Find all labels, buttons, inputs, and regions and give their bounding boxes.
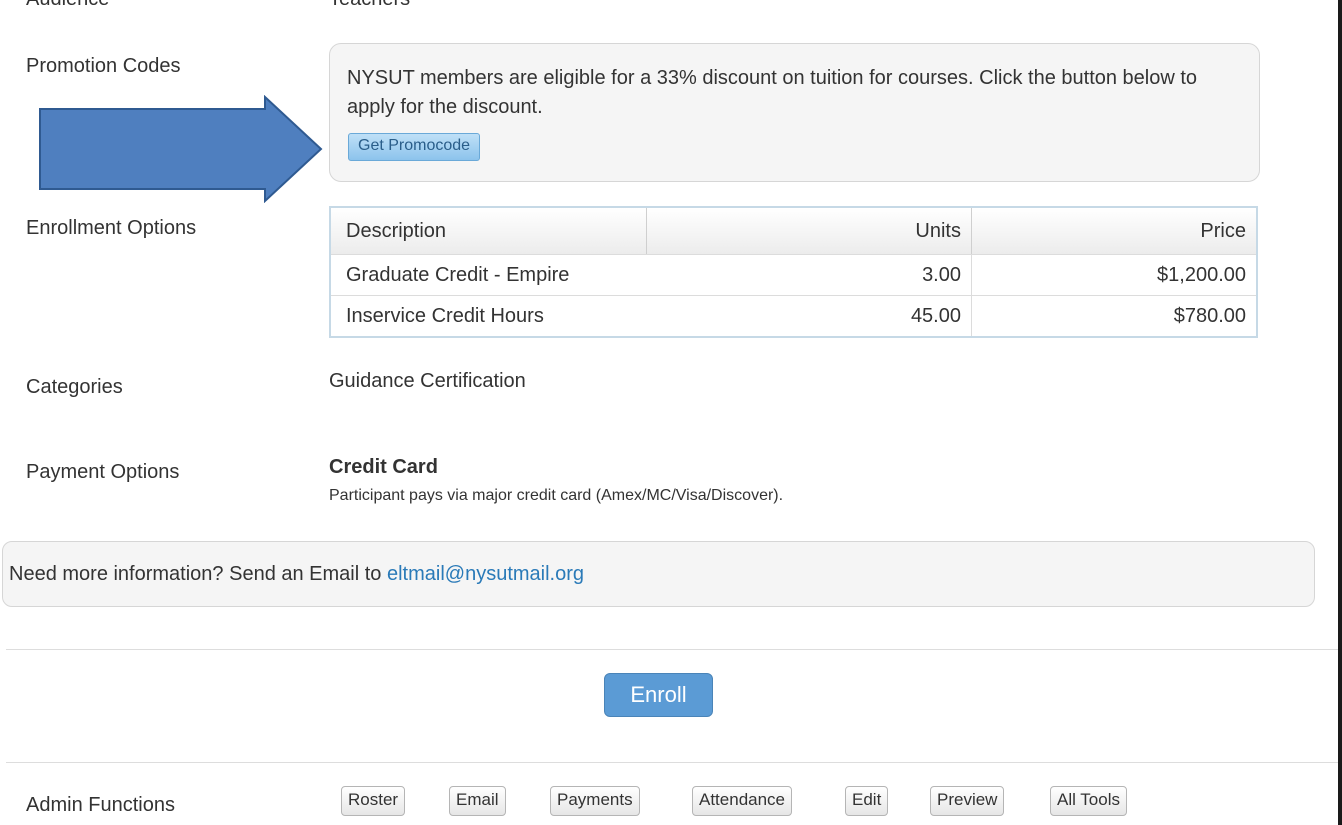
all-tools-button[interactable]: All Tools xyxy=(1050,786,1127,816)
edit-button[interactable]: Edit xyxy=(845,786,889,816)
admin-functions-label: Admin Functions xyxy=(26,794,175,816)
payment-method-title: Credit Card xyxy=(329,456,438,478)
promo-text: NYSUT members are eligible for a 33% dis… xyxy=(347,67,1198,118)
table-row: Graduate Credit - Empire 3.00 $1,200.00 xyxy=(330,254,1257,296)
audience-label: Audience xyxy=(26,0,109,11)
contact-info-bar: Need more information? Send an Email to … xyxy=(2,541,1315,607)
row-description: Inservice Credit Hours xyxy=(330,295,646,338)
promo-panel: NYSUT members are eligible for a 33% dis… xyxy=(329,43,1260,182)
roster-button[interactable]: Roster xyxy=(341,786,406,816)
arrow-right-icon xyxy=(39,95,323,203)
window-edge xyxy=(1338,0,1342,825)
preview-button[interactable]: Preview xyxy=(930,786,1005,816)
row-units: 3.00 xyxy=(646,254,972,296)
table-row: Inservice Credit Hours 45.00 $780.00 xyxy=(330,295,1257,338)
row-description: Graduate Credit - Empire xyxy=(330,254,646,296)
payment-options-label: Payment Options xyxy=(26,461,180,483)
email-button[interactable]: Email xyxy=(449,786,506,816)
enrollment-options-label: Enrollment Options xyxy=(26,217,197,239)
table-header-row: Description Units Price xyxy=(330,207,1257,255)
categories-value: Guidance Certification xyxy=(329,370,526,392)
payment-method-description: Participant pays via major credit card (… xyxy=(329,487,784,504)
row-units: 45.00 xyxy=(646,295,972,338)
enroll-button[interactable]: Enroll xyxy=(604,673,713,717)
payments-button[interactable]: Payments xyxy=(550,786,640,816)
get-promocode-button[interactable]: Get Promocode xyxy=(348,133,481,161)
row-price: $1,200.00 xyxy=(971,254,1257,296)
contact-prefix: Need more information? Send an Email to xyxy=(9,563,387,585)
promotion-codes-label: Promotion Codes xyxy=(26,55,181,77)
column-header-description: Description xyxy=(330,207,647,255)
divider xyxy=(6,649,1338,650)
divider xyxy=(6,762,1338,763)
enrollment-options-table: Description Units Price Graduate Credit … xyxy=(329,206,1258,338)
audience-value: Teachers xyxy=(329,0,410,11)
column-header-units: Units xyxy=(646,207,972,255)
attendance-button[interactable]: Attendance xyxy=(692,786,793,816)
contact-text: Need more information? Send an Email to … xyxy=(9,563,584,586)
column-header-price: Price xyxy=(971,207,1257,255)
categories-label: Categories xyxy=(26,376,123,398)
contact-email-link[interactable]: eltmail@nysutmail.org xyxy=(387,563,584,585)
row-price: $780.00 xyxy=(971,295,1257,338)
